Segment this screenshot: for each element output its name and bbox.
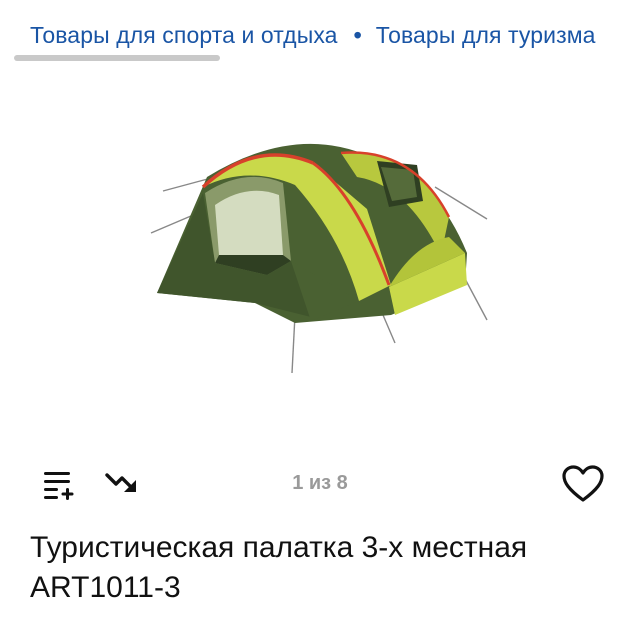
product-title: Туристическая палатка 3-х местная ART101… (30, 531, 528, 604)
breadcrumb-separator: • (353, 22, 362, 48)
tent-illustration (150, 143, 488, 374)
breadcrumb-scroll-indicator[interactable] (14, 55, 220, 61)
breadcrumb-item-tourism[interactable]: Товары для туризма (376, 22, 596, 48)
tent-image[interactable] (145, 125, 495, 385)
favorite-button[interactable] (560, 462, 606, 506)
product-page: Товары для спорта и отдыха • Товары для ту… (0, 0, 640, 620)
image-counter: 1 из 8 (292, 472, 348, 494)
breadcrumb-item-sport[interactable]: Товары для спорта и отдыха (30, 22, 338, 48)
heart-icon (562, 465, 604, 502)
gallery-toolbar: 1 из 8 (0, 460, 640, 508)
